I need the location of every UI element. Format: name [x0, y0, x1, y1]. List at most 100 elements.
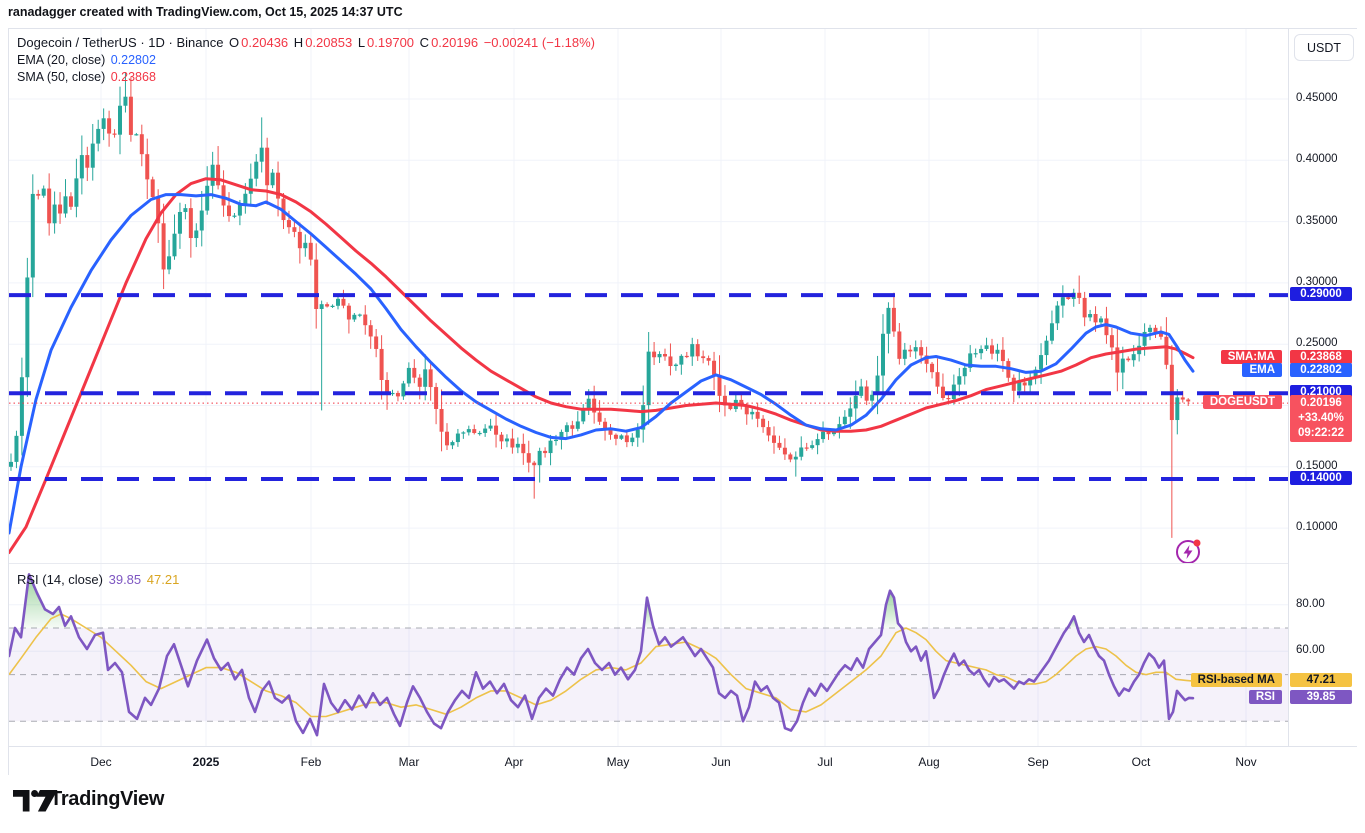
symbol-chip: DOGEUSDT	[1203, 395, 1282, 409]
price-tick-label: 0.30000	[1296, 276, 1338, 288]
sma-value-badge: 0.23868	[1290, 350, 1352, 364]
ohlc-low-label: L	[358, 35, 365, 50]
candle-body	[467, 429, 471, 432]
pane-separator[interactable]	[9, 563, 1288, 564]
candle-body	[843, 417, 847, 424]
time-axis-month-label: Apr	[492, 755, 536, 769]
candle-body	[772, 435, 776, 442]
tradingview-wordmark[interactable]: TradingView	[50, 788, 164, 811]
price-tick-label: 0.40000	[1296, 153, 1338, 165]
sma-legend-row[interactable]: SMA (50, close) 0.23868	[17, 70, 158, 84]
ohlc-high-value: 0.20853	[305, 35, 352, 50]
candle-body	[543, 451, 547, 453]
candle-body	[985, 345, 989, 349]
candle-body	[36, 194, 40, 196]
candle-body	[816, 439, 820, 445]
candle-body	[636, 430, 640, 438]
candle-body	[1061, 297, 1065, 305]
time-axis-month-label: Jul	[803, 755, 847, 769]
candle-body	[1126, 359, 1130, 361]
candle-body	[516, 444, 520, 448]
candle-body	[570, 425, 574, 429]
candle-body	[440, 409, 444, 432]
candle-body	[728, 405, 732, 409]
candle-body	[309, 243, 313, 260]
time-axis-month-label: Nov	[1224, 755, 1268, 769]
price-tick-label: 0.25000	[1296, 337, 1338, 349]
candle-body	[380, 349, 384, 380]
ohlc-open-label: O	[229, 35, 239, 50]
rsi-legend-row[interactable]: RSI (14, close) 39.85 47.21	[17, 572, 181, 587]
candles	[9, 72, 1190, 538]
symbol-legend-row[interactable]: Dogecoin / TetherUS · 1D · Binance O0.20…	[17, 35, 597, 50]
candle-body	[461, 432, 465, 433]
candle-body	[292, 227, 296, 232]
time-axis-month-label: Aug	[907, 755, 951, 769]
candle-body	[53, 205, 57, 224]
time-axis-month-label: 2025	[184, 755, 228, 769]
candle-body	[1001, 350, 1005, 361]
time-axis[interactable]: Dec2025FebMarAprMayJunJulAugSepOctNov	[9, 746, 1357, 776]
candle-body	[881, 334, 885, 376]
candle-body	[407, 368, 411, 384]
price-tick-label: 0.35000	[1296, 215, 1338, 227]
change-value: −0.00241 (−1.18%)	[484, 35, 595, 50]
candle-body	[859, 386, 863, 395]
candle-body	[423, 369, 427, 386]
sma-chip: SMA:MA	[1221, 350, 1282, 364]
candle-body	[178, 212, 182, 234]
candle-body	[897, 331, 901, 358]
candle-body	[1148, 328, 1152, 332]
candle-body	[298, 232, 302, 248]
candle-body	[194, 230, 198, 238]
rsi-chip: RSI	[1249, 690, 1282, 704]
candle-body	[919, 347, 923, 355]
candle-body	[96, 129, 100, 144]
candle-body	[243, 194, 247, 205]
candle-body	[963, 368, 967, 376]
ema-value: 0.22802	[111, 53, 156, 67]
candle-body	[183, 208, 187, 212]
rsi-band	[9, 628, 1288, 721]
candle-body	[946, 398, 950, 399]
candle-body	[500, 435, 504, 442]
candle-body	[20, 377, 24, 436]
candle-body	[625, 435, 629, 442]
candle-body	[1094, 314, 1098, 322]
attribution-text: ranadagger created with TradingView.com,…	[8, 5, 403, 19]
candle-body	[216, 165, 220, 186]
candle-body	[658, 354, 662, 357]
candle-body	[118, 106, 122, 135]
candle-body	[478, 433, 482, 434]
candle-body	[472, 429, 476, 433]
candle-body	[456, 434, 460, 443]
candle-body	[990, 345, 994, 353]
candle-body	[930, 364, 934, 372]
candle-body	[47, 189, 51, 224]
candle-body	[707, 358, 711, 361]
candle-body	[630, 438, 634, 442]
candle-body	[205, 186, 209, 211]
candle-body	[445, 432, 449, 446]
candle-body	[69, 196, 73, 206]
ema-legend-row[interactable]: EMA (20, close) 0.22802	[17, 53, 158, 67]
currency-toggle-button[interactable]: USDT	[1294, 34, 1354, 61]
time-axis-month-label: Feb	[289, 755, 333, 769]
candle-body	[532, 463, 536, 466]
candle-body	[598, 413, 602, 422]
lightning-icon[interactable]	[1177, 540, 1201, 564]
price-axis[interactable]: 0.450000.400000.350000.300000.250000.150…	[1288, 29, 1358, 746]
candle-body	[113, 134, 117, 135]
candle-body	[80, 155, 84, 178]
candle-body	[870, 395, 874, 401]
candle-body	[123, 97, 127, 106]
candle-body	[222, 185, 226, 205]
candle-body	[908, 350, 912, 352]
candle-body	[25, 277, 29, 377]
candle-body	[58, 205, 62, 214]
chart-canvas[interactable]	[9, 29, 1356, 774]
level-price-badge: 0.29000	[1290, 287, 1352, 301]
rsi-tick-label: 80.00	[1296, 598, 1325, 610]
candle-body	[249, 179, 253, 194]
candle-body	[979, 349, 983, 353]
